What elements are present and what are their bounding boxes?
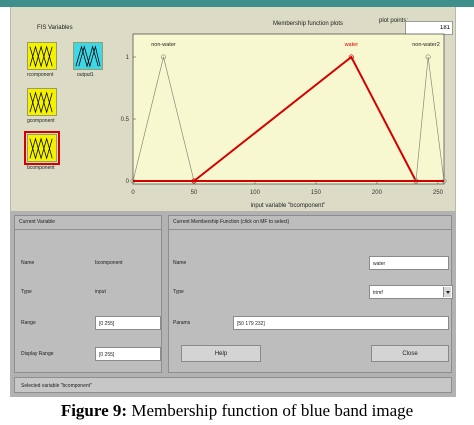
mf-params-field[interactable]: [50 179 232] bbox=[233, 316, 449, 330]
x-tick-label: 100 bbox=[250, 190, 261, 196]
mf-name-label: Name bbox=[173, 260, 187, 266]
current-mf-panel: Current Membership Function (click on MF… bbox=[168, 215, 453, 373]
membership-function-plot: 0 50 100 150 200 250 0 0.5 1 non-water water non-w… bbox=[121, 33, 447, 209]
status-bar: Selected variable "bcomponent" bbox=[14, 377, 452, 393]
x-tick-label: 200 bbox=[372, 190, 383, 196]
caption-text: Membership function of blue band image bbox=[127, 401, 414, 420]
mf-type-value: trimf bbox=[373, 290, 383, 296]
figure-caption: Figure 9: Membership function of blue ba… bbox=[0, 401, 474, 421]
close-button[interactable]: Close bbox=[371, 345, 449, 362]
cv-name-value: bcomponent bbox=[95, 260, 123, 266]
cv-type-label: Type bbox=[21, 289, 32, 295]
cv-type-value: input bbox=[95, 289, 106, 295]
x-tick-label: 0 bbox=[131, 190, 135, 196]
mf-type-dropdown[interactable]: trimf bbox=[369, 285, 453, 299]
help-button[interactable]: Help bbox=[181, 345, 261, 362]
cv-display-range-label: Display Range bbox=[21, 351, 54, 357]
x-tick-label: 50 bbox=[191, 190, 198, 196]
chevron-down-icon[interactable] bbox=[443, 287, 451, 297]
plot-area[interactable] bbox=[132, 33, 445, 185]
y-tick-label: 0.5 bbox=[121, 117, 130, 123]
current-mf-header: Current Membership Function (click on MF… bbox=[169, 216, 451, 230]
mf-params-label: Params bbox=[173, 320, 191, 326]
mf-label-water: water bbox=[344, 42, 359, 48]
current-variable-panel: Current Variable Name bcomponent Type in… bbox=[14, 215, 162, 373]
cv-name-label: Name bbox=[21, 260, 35, 266]
mf-label-non-water: non-water bbox=[151, 42, 176, 48]
lower-pane: Current Variable Name bcomponent Type in… bbox=[10, 211, 456, 397]
current-variable-header: Current Variable bbox=[15, 216, 161, 230]
mf-type-label: Type bbox=[173, 289, 184, 295]
display-range-field[interactable]: [0 255] bbox=[95, 347, 161, 361]
y-tick-label: 1 bbox=[126, 55, 130, 61]
x-tick-label: 250 bbox=[433, 190, 444, 196]
y-tick-label: 0 bbox=[126, 179, 130, 185]
range-field[interactable]: [0 255] bbox=[95, 316, 161, 330]
mf-label-non-water2: non-water2 bbox=[412, 42, 440, 48]
mf-name-field[interactable]: water bbox=[369, 256, 449, 270]
x-axis-label: input variable "bcomponent" bbox=[251, 203, 326, 209]
cv-range-label: Range bbox=[21, 320, 36, 326]
caption-number: Figure 9: bbox=[60, 401, 128, 420]
x-tick-label: 150 bbox=[311, 190, 322, 196]
